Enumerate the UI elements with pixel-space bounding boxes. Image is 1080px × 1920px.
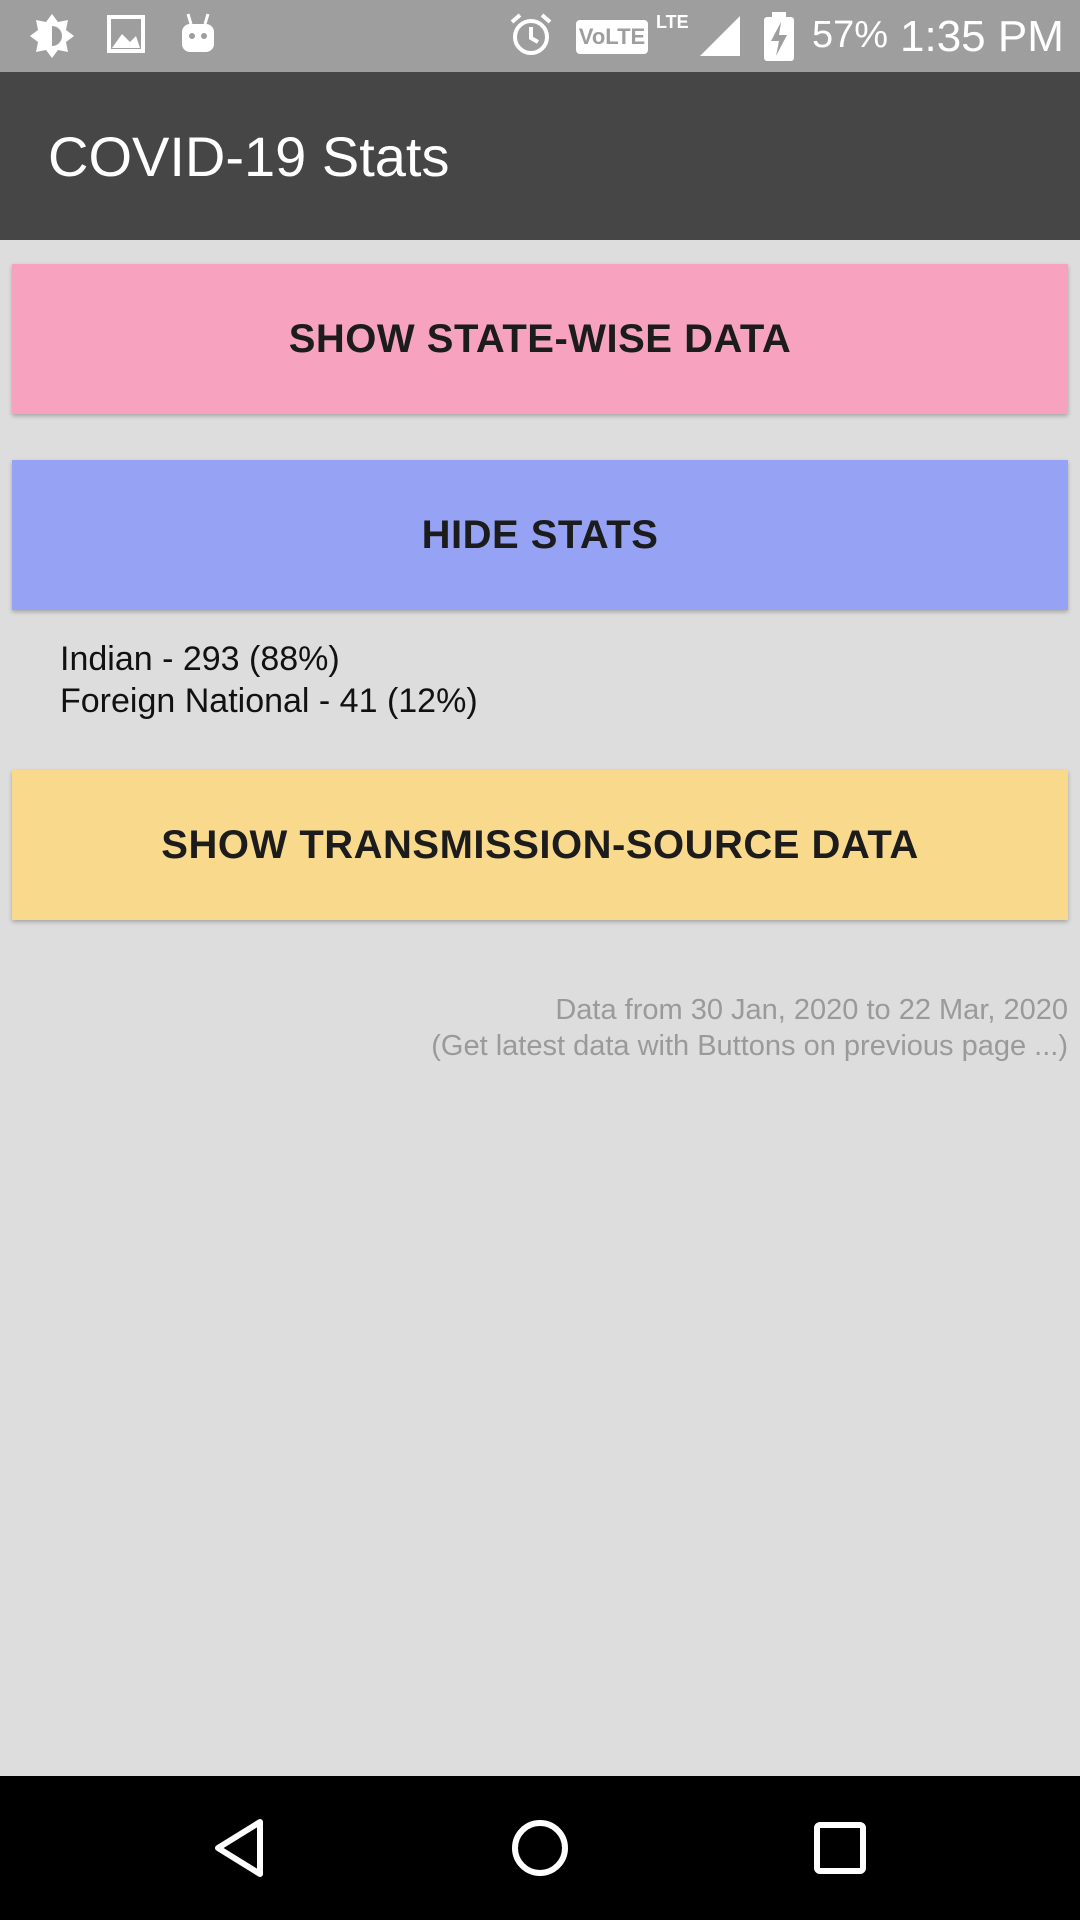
- stat-foreign-national: Foreign National - 41 (12%): [60, 682, 478, 720]
- battery-charging-icon: [764, 12, 794, 61]
- volte-icon: VoLTE: [576, 20, 648, 54]
- screen: VoLTE LTE 57% 1:35 PM COVID-19 Stats SHO…: [0, 0, 1080, 1920]
- page-title: COVID-19 Stats: [48, 125, 450, 188]
- stat-indian: Indian - 293 (88%): [60, 640, 340, 678]
- data-range-line: Data from 30 Jan, 2020 to 22 Mar, 2020: [555, 994, 1068, 1026]
- data-hint-line: (Get latest data with Buttons on previou…: [431, 1030, 1068, 1062]
- recents-icon[interactable]: [804, 1812, 876, 1884]
- android-debug-icon: [182, 13, 214, 52]
- app-bar: COVID-19 Stats: [0, 72, 1080, 240]
- show-state-wise-data-button[interactable]: SHOW STATE-WISE DATA: [12, 264, 1068, 414]
- clock: 1:35 PM: [900, 12, 1064, 61]
- back-icon[interactable]: [204, 1812, 276, 1884]
- data-range-note: Data from 30 Jan, 2020 to 22 Mar, 2020 (…: [431, 992, 1068, 1064]
- gallery-icon: [107, 15, 145, 53]
- nationality-stats: Indian - 293 (88%) Foreign National - 41…: [60, 638, 478, 722]
- hide-stats-button[interactable]: HIDE STATS: [12, 460, 1068, 610]
- status-bar: VoLTE LTE 57% 1:35 PM: [0, 0, 1080, 72]
- battery-percent: 57%: [812, 14, 889, 56]
- brightness-icon: [30, 14, 74, 58]
- network-type-label: LTE: [656, 12, 689, 32]
- show-transmission-source-data-button[interactable]: SHOW TRANSMISSION-SOURCE DATA: [12, 770, 1068, 920]
- home-icon[interactable]: [504, 1812, 576, 1884]
- navigation-bar: [0, 1776, 1080, 1920]
- signal-icon: [700, 16, 740, 56]
- alarm-icon: [510, 13, 552, 55]
